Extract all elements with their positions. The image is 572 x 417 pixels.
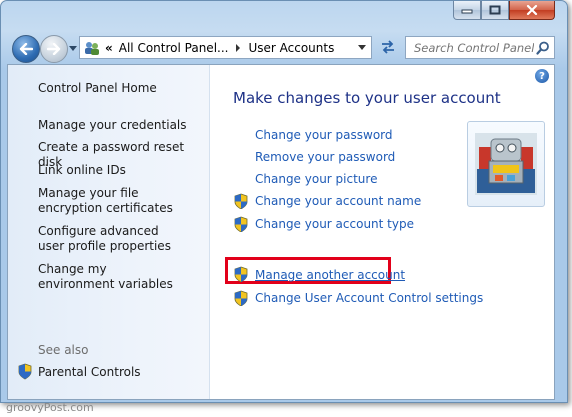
breadcrumb-user-accounts[interactable]: User Accounts bbox=[248, 41, 334, 55]
minimize-button[interactable] bbox=[453, 1, 481, 20]
refresh-button[interactable] bbox=[375, 36, 400, 57]
uac-shield-icon bbox=[234, 216, 248, 232]
change-uac-settings-link[interactable]: Change User Account Control settings bbox=[255, 291, 483, 305]
maximize-icon bbox=[489, 5, 501, 15]
control-panel-home-link[interactable]: Control Panel Home bbox=[38, 81, 203, 96]
recent-pages-dropdown[interactable] bbox=[68, 43, 78, 53]
sidebar-link-file-encryption[interactable]: Manage your file encryption certificates bbox=[38, 186, 203, 216]
uac-shield-icon bbox=[234, 193, 248, 209]
uac-shield-icon bbox=[234, 290, 248, 306]
forward-button[interactable] bbox=[40, 35, 68, 63]
forward-arrow-icon bbox=[47, 43, 61, 55]
page-title: Make changes to your user account bbox=[233, 89, 501, 107]
back-button[interactable] bbox=[12, 35, 40, 63]
manage-another-account-link[interactable]: Manage another account bbox=[255, 268, 405, 282]
sidebar-link-environment-variables[interactable]: Change my environment variables bbox=[38, 262, 183, 292]
remove-password-link[interactable]: Remove your password bbox=[255, 150, 395, 164]
minimize-icon bbox=[461, 9, 473, 14]
see-also-label: See also bbox=[38, 343, 89, 357]
robot-avatar-icon bbox=[475, 133, 537, 195]
refresh-icon bbox=[381, 39, 394, 54]
watermark: groovyPost.com bbox=[6, 401, 94, 414]
back-arrow-icon bbox=[19, 43, 33, 55]
change-account-name-link[interactable]: Change your account name bbox=[255, 194, 421, 208]
caption-buttons bbox=[453, 1, 555, 20]
address-bar[interactable]: « All Control Panel... User Accounts bbox=[79, 36, 372, 59]
close-button[interactable] bbox=[509, 1, 555, 20]
change-password-link[interactable]: Change your password bbox=[255, 128, 393, 142]
chevron-down-icon bbox=[358, 45, 366, 50]
search-input[interactable] bbox=[412, 39, 536, 56]
sidebar-link-manage-credentials[interactable]: Manage your credentials bbox=[38, 118, 203, 133]
parental-controls-link[interactable]: Parental Controls bbox=[38, 365, 203, 380]
change-picture-link[interactable]: Change your picture bbox=[255, 172, 377, 186]
close-icon bbox=[526, 5, 538, 15]
help-button[interactable]: ? bbox=[535, 69, 549, 83]
uac-shield-icon bbox=[18, 363, 32, 380]
sidebar-link-profile-properties[interactable]: Configure advanced user profile properti… bbox=[38, 224, 188, 254]
user-accounts-icon bbox=[85, 41, 99, 55]
address-overflow-chevrons[interactable]: « bbox=[105, 41, 113, 55]
chevron-down-icon bbox=[69, 45, 77, 51]
sidebar-link-online-ids[interactable]: Link online IDs bbox=[38, 163, 203, 178]
address-dropdown[interactable] bbox=[358, 45, 366, 50]
help-icon: ? bbox=[539, 70, 545, 82]
breadcrumb-separator-icon[interactable] bbox=[234, 43, 242, 52]
content-area: Control Panel Home Manage your credentia… bbox=[7, 64, 555, 400]
control-panel-window: « All Control Panel... User Accounts Con… bbox=[0, 0, 568, 403]
search-box[interactable] bbox=[405, 36, 555, 59]
maximize-button[interactable] bbox=[481, 1, 509, 20]
change-account-type-link[interactable]: Change your account type bbox=[255, 217, 414, 231]
search-icon[interactable] bbox=[536, 41, 549, 55]
breadcrumb-all-control-panel[interactable]: All Control Panel... bbox=[119, 41, 229, 55]
left-task-pane: Control Panel Home Manage your credentia… bbox=[8, 65, 210, 399]
uac-shield-icon bbox=[234, 266, 248, 282]
user-account-picture[interactable] bbox=[467, 121, 545, 207]
